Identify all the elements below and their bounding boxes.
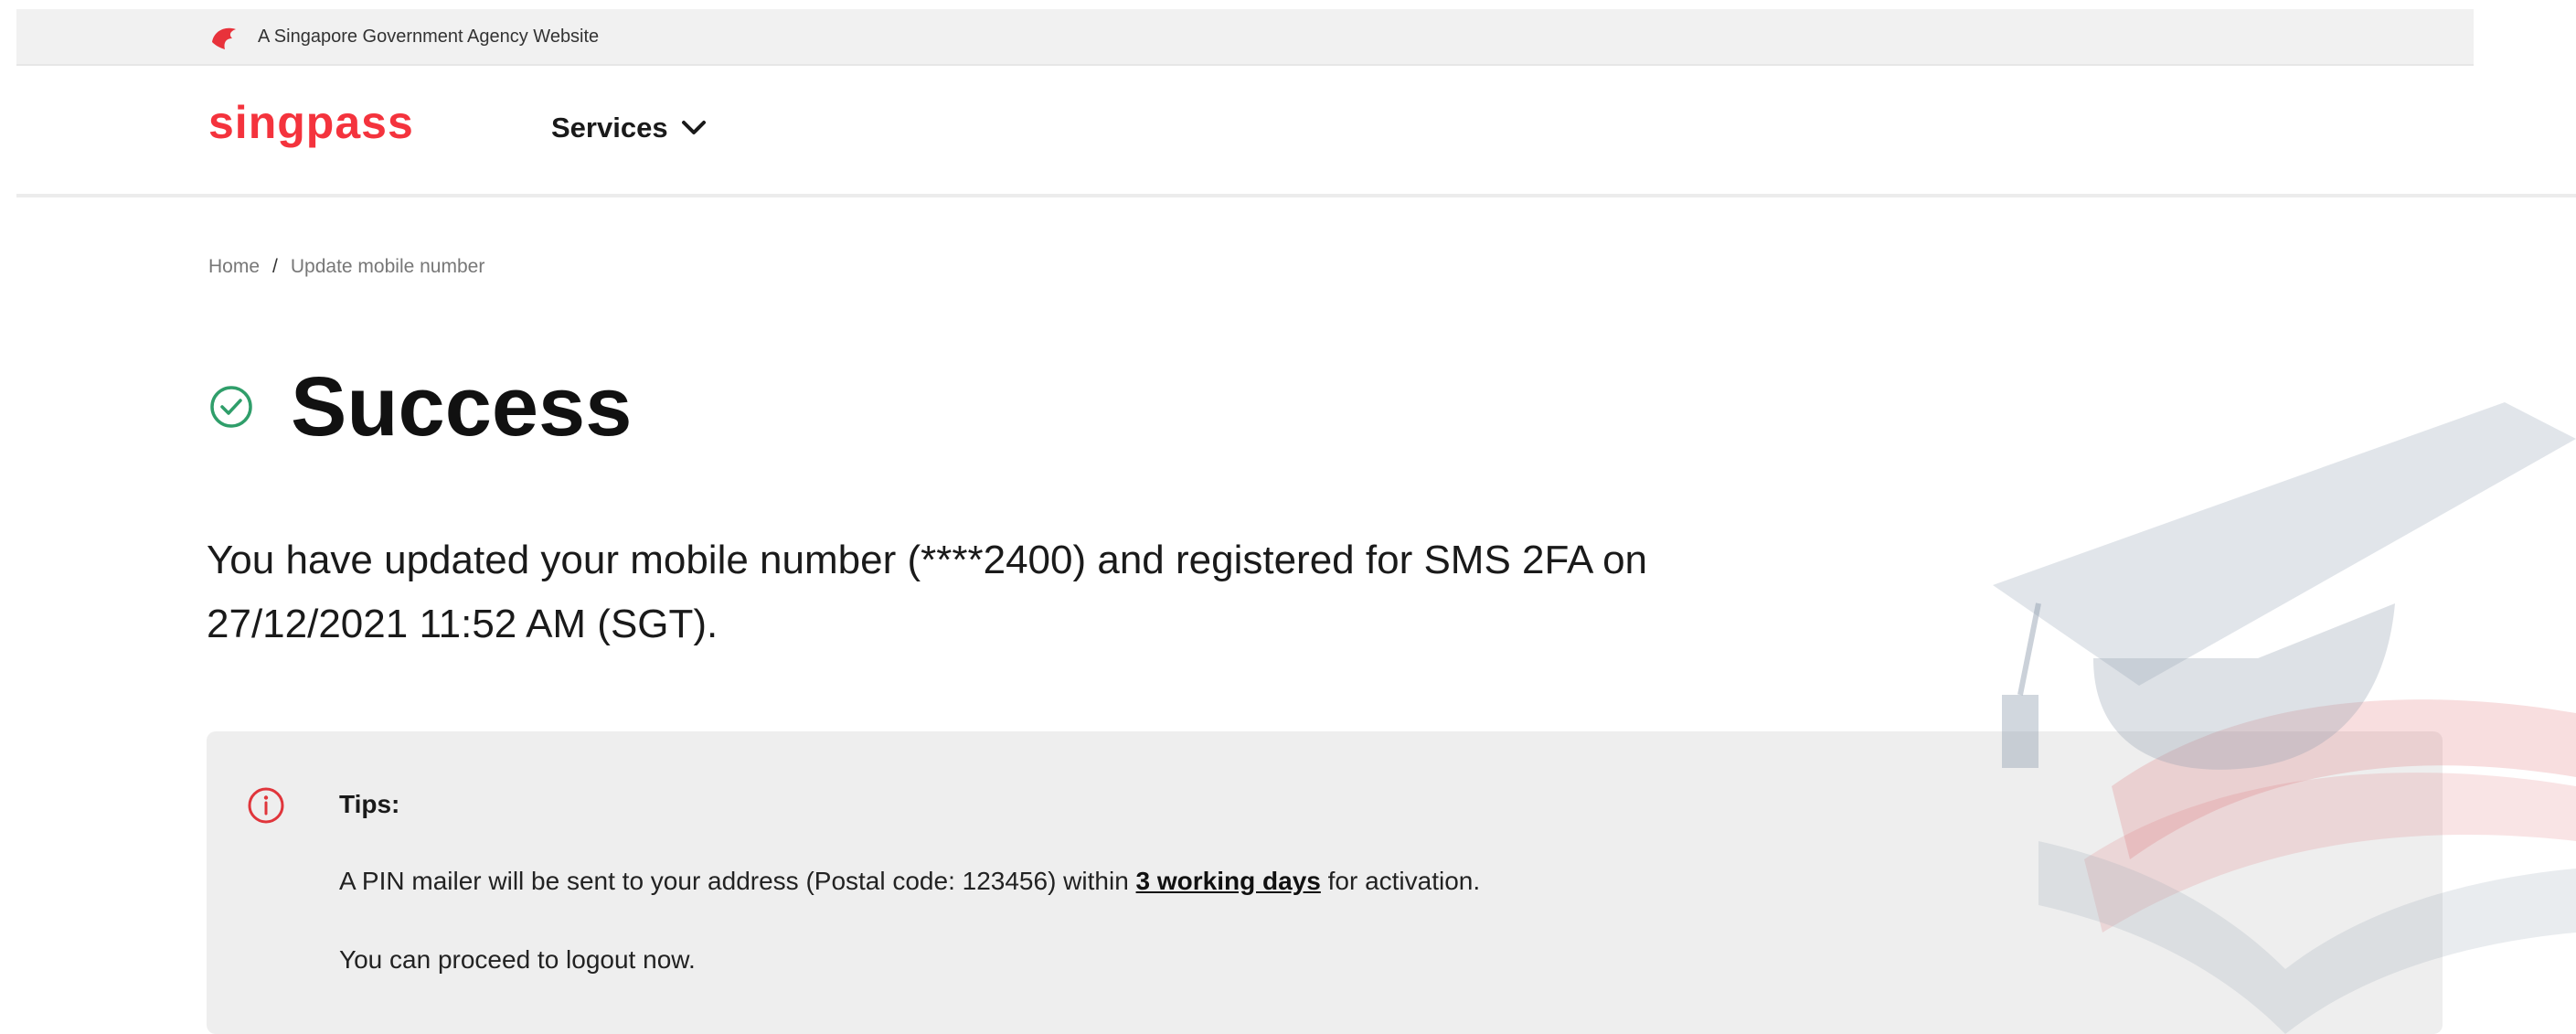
- singpass-logo[interactable]: singpass: [208, 91, 414, 154]
- info-icon: [248, 787, 284, 824]
- breadcrumb-current: Update mobile number: [290, 256, 485, 277]
- tips-logout-text: You can proceed to logout now.: [339, 945, 696, 974]
- graduation-cap-watermark: [1993, 402, 2576, 1034]
- services-menu-label: Services: [551, 112, 668, 144]
- chevron-down-icon: [681, 121, 706, 134]
- tips-title: Tips:: [339, 790, 400, 818]
- government-banner-text: A Singapore Government Agency Website: [258, 27, 600, 47]
- main-navigation: singpass Services: [16, 66, 2576, 197]
- working-days-link[interactable]: 3 working days: [1136, 867, 1321, 895]
- tips-pin-mailer-text: A PIN mailer will be sent to your addres…: [339, 863, 1480, 900]
- breadcrumb-home-link[interactable]: Home: [208, 254, 260, 280]
- tips-line1-prefix: A PIN mailer will be sent to your addres…: [339, 867, 1136, 895]
- services-menu[interactable]: Services: [551, 110, 707, 146]
- breadcrumb: Home / Update mobile number: [208, 254, 484, 280]
- breadcrumb-separator: /: [272, 256, 278, 277]
- government-banner: A Singapore Government Agency Website: [16, 9, 2474, 66]
- check-circle-icon: [210, 386, 252, 428]
- success-message: You have updated your mobile number (***…: [207, 538, 1648, 646]
- page-title: Success: [291, 360, 633, 453]
- tips-line1-suffix: for activation.: [1320, 867, 1481, 895]
- singapore-lion-icon: [212, 27, 236, 49]
